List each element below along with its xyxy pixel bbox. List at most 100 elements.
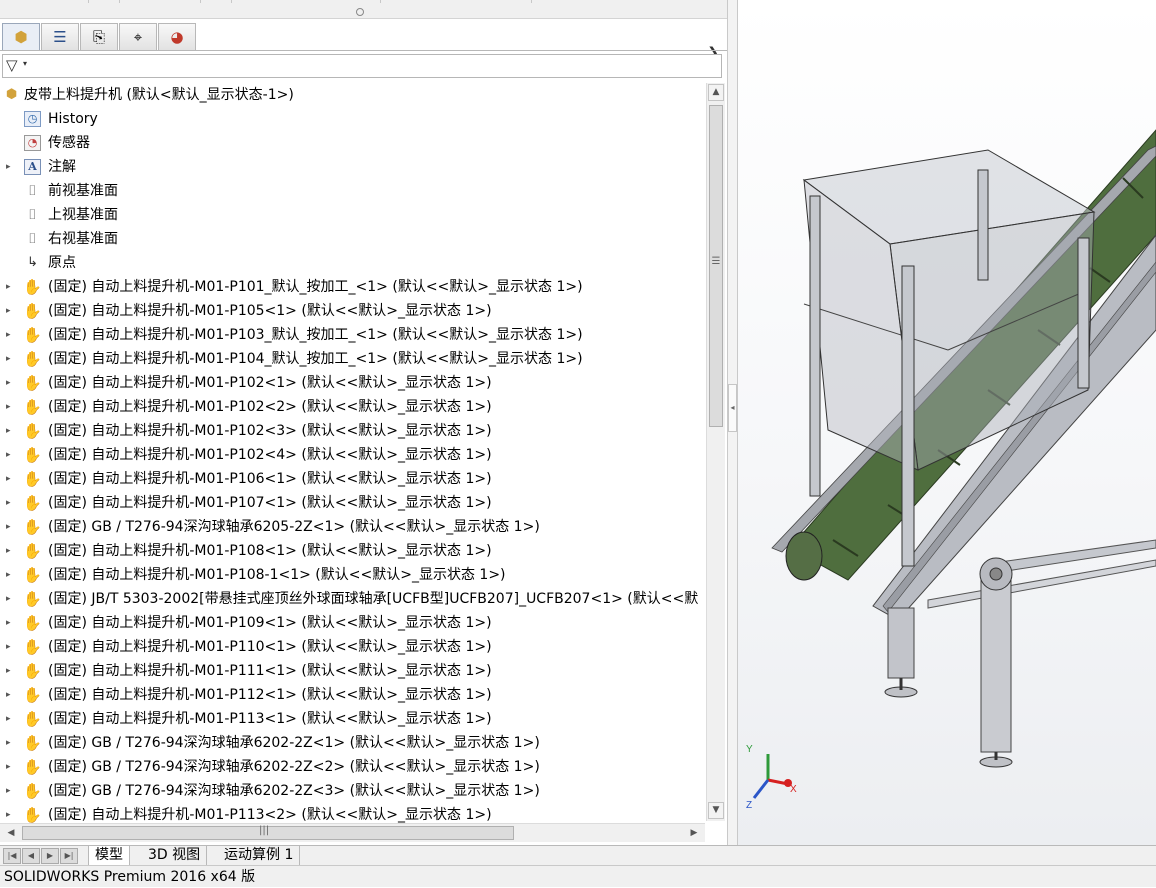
propertymanager-tab[interactable]: ☰ [41,23,79,50]
expand-arrow-icon[interactable]: ▸ [6,515,11,539]
panel-divider[interactable]: ◂ [727,0,738,845]
propertymanager-tab-icon: ☰ [53,28,67,46]
expand-arrow-icon[interactable]: ▸ [6,491,11,515]
tree-item[interactable]: ▸ ✋ (固定) 自动上料提升机-M01-P102<4> (默认<<默认>_显示状态… [0,443,705,467]
panel-top-strip [0,0,727,19]
tree-vertical-scrollbar[interactable]: ▲ ☰ ▼ [706,83,725,821]
graphics-area[interactable]: Y X Z [738,0,1156,845]
expand-arrow-icon[interactable]: ▸ [6,707,11,731]
expand-arrow-icon[interactable]: ▸ [6,779,11,803]
expand-arrow-icon[interactable]: ▸ [6,275,11,299]
tree-item[interactable]: ▸ ✋ (固定) 自动上料提升机-M01-P110<1> (默认<<默认>_显示状态… [0,635,705,659]
tree-item-label: (固定) GB / T276-94深沟球轴承6202-2Z<3> (默认<<默认… [48,783,540,799]
tree-item[interactable]: ◷ History [0,107,705,131]
scroll-right-button[interactable]: ▶ [686,825,702,841]
scroll-up-button[interactable]: ▲ [708,84,724,101]
expand-arrow-icon[interactable]: ▸ [6,347,11,371]
tree-item[interactable]: ▸ ✋ (固定) GB / T276-94深沟球轴承6205-2Z<1> (默认<<… [0,515,705,539]
tree-item[interactable]: ▸ ✋ (固定) 自动上料提升机-M01-P113<1> (默认<<默认>_显示状态… [0,707,705,731]
filter-dropdown-arrow-icon[interactable]: ▾ [23,59,27,68]
tree-item[interactable]: ▸ ✋ (固定) 自动上料提升机-M01-P102<3> (默认<<默认>_显示状态… [0,419,705,443]
expand-arrow-icon[interactable]: ▸ [6,395,11,419]
tree-item[interactable]: ▸ ✋ (固定) 自动上料提升机-M01-P105<1> (默认<<默认>_显示状态… [0,299,705,323]
featuremanager-tab[interactable]: ⬢ [2,23,40,50]
expand-arrow-icon[interactable]: ▸ [6,611,11,635]
feature-manager-panel: ⬢ ☰ ⎘ ⌖ ◕ ❯ ▽ ▾ ⬢ 皮带上料提升机 (默认<默认_显示状态-1>… [0,0,727,845]
tree-item[interactable]: ▸ ✋ (固定) GB / T276-94深沟球轴承6202-2Z<1> (默认<<… [0,731,705,755]
expand-arrow-icon[interactable]: ▸ [6,323,11,347]
tree-filter-box[interactable]: ▽ ▾ [2,54,722,78]
tree-item[interactable]: ▸ ✋ (固定) GB / T276-94深沟球轴承6202-2Z<3> (默认<<… [0,779,705,803]
tree-item[interactable]: ⌷ 右视基准面 [0,227,705,251]
tree-item[interactable]: ▸ ✋ (固定) 自动上料提升机-M01-P109<1> (默认<<默认>_显示状态… [0,611,705,635]
tab-3d-view[interactable]: 3D 视图 [142,846,208,866]
scroll-left-button[interactable]: ◀ [3,825,19,841]
expand-arrow-icon[interactable]: ▸ [6,563,11,587]
expand-arrow-icon[interactable]: ▸ [6,683,11,707]
expand-arrow-icon[interactable]: ▸ [6,539,11,563]
scroll-thumb[interactable]: ☰ [709,105,723,427]
model-viewport-svg[interactable]: Y X Z [738,0,1156,845]
tree-horizontal-scrollbar[interactable]: ◀ ||| ▶ [0,823,705,842]
tree-item[interactable]: ▸ ✋ (固定) 自动上料提升机-M01-P108-1<1> (默认<<默认>_显示… [0,563,705,587]
expand-arrow-icon[interactable]: ▸ [6,803,11,824]
base-frame-rail [927,559,1156,609]
expand-arrow-icon[interactable]: ▸ [6,155,11,179]
filter-icon[interactable]: ▽ [6,56,18,74]
tree-item-label: (固定) 自动上料提升机-M01-P109<1> (默认<<默认>_显示状态 1… [48,615,492,631]
tree-item[interactable]: ⌷ 上视基准面 [0,203,705,227]
tree-item-label: (固定) 自动上料提升机-M01-P106<1> (默认<<默认>_显示状态 1… [48,471,492,487]
expand-arrow-icon[interactable]: ▸ [6,659,11,683]
tree-item[interactable]: ▸ ✋ (固定) JB/T 5303-2002[带悬挂式座顶丝外球面球轴承[UCFB… [0,587,705,611]
sensor-icon: ◔ [24,135,41,151]
tree-item[interactable]: ▸ ✋ (固定) 自动上料提升机-M01-P102<1> (默认<<默认>_显示状态… [0,371,705,395]
tree-root[interactable]: ⬢ 皮带上料提升机 (默认<默认_显示状态-1>) [0,83,705,107]
expand-arrow-icon[interactable]: ▸ [6,467,11,491]
first-tab-button[interactable]: |◀ [3,848,21,864]
tree-item-label: 上视基准面 [48,207,118,223]
expand-arrow-icon[interactable]: ▸ [6,755,11,779]
configurationmanager-tab[interactable]: ⎘ [80,23,118,50]
hidden-tab-edge [380,0,532,3]
expand-arrow-icon[interactable]: ▸ [6,635,11,659]
part-icon: ✋ [23,350,42,368]
tab-motion-study[interactable]: 运动算例 1 [218,846,301,866]
tree-item[interactable]: ▸ ✋ (固定) 自动上料提升机-M01-P106<1> (默认<<默认>_显示状态… [0,467,705,491]
tree-item-label: 原点 [48,255,76,271]
prev-tab-button[interactable]: ◀ [22,848,40,864]
tree-item[interactable]: ▸ ✋ (固定) 自动上料提升机-M01-P102<2> (默认<<默认>_显示状态… [0,395,705,419]
collapse-panel-button[interactable]: ◂ [728,384,737,432]
tree-item[interactable]: ▸ ✋ (固定) 自动上料提升机-M01-P101_默认_按加工_<1> (默认<<… [0,275,705,299]
tree-item[interactable]: ▸ ✋ (固定) 自动上料提升机-M01-P111<1> (默认<<默认>_显示状态… [0,659,705,683]
tab-model[interactable]: 模型 [88,846,130,866]
expand-arrow-icon[interactable]: ▸ [6,419,11,443]
tree-item[interactable]: ▸ ✋ (固定) 自动上料提升机-M01-P103_默认_按加工_<1> (默认<<… [0,323,705,347]
tree-item[interactable]: ▸ ✋ (固定) 自动上料提升机-M01-P108<1> (默认<<默认>_显示状态… [0,539,705,563]
tree-item[interactable]: ↳ 原点 [0,251,705,275]
tree-item-label: (固定) GB / T276-94深沟球轴承6205-2Z<1> (默认<<默认… [48,519,540,535]
tree-item[interactable]: ▸ ✋ (固定) 自动上料提升机-M01-P107<1> (默认<<默认>_显示状态… [0,491,705,515]
part-icon: ✋ [23,398,42,416]
expand-arrow-icon[interactable]: ▸ [6,371,11,395]
expand-arrow-icon[interactable]: ▸ [6,587,11,611]
expand-arrow-icon[interactable]: ▸ [6,443,11,467]
tree-item[interactable]: ⌷ 前视基准面 [0,179,705,203]
tree-item[interactable]: ◔ 传感器 [0,131,705,155]
last-tab-button[interactable]: ▶| [60,848,78,864]
part-icon: ✋ [23,662,42,680]
tree-item[interactable]: ▸ ✋ (固定) GB / T276-94深沟球轴承6202-2Z<2> (默认<<… [0,755,705,779]
tree-item-label: (固定) 自动上料提升机-M01-P108-1<1> (默认<<默认>_显示状态… [48,567,506,583]
tree-item[interactable]: ▸ ✋ (固定) 自动上料提升机-M01-P112<1> (默认<<默认>_显示状态… [0,683,705,707]
scroll-down-button[interactable]: ▼ [708,802,724,819]
dimxpert-tab[interactable]: ⌖ [119,23,157,50]
hscroll-thumb[interactable]: ||| [22,825,514,840]
tree-item[interactable]: ▸ ✋ (固定) 自动上料提升机-M01-P113<2> (默认<<默认>_显示状态… [0,803,705,824]
next-tab-button[interactable]: ▶ [41,848,59,864]
panel-splitter-grip[interactable] [356,8,364,16]
displaymanager-tab[interactable]: ◕ [158,23,196,50]
tree-item[interactable]: ▸ ✋ (固定) 自动上料提升机-M01-P104_默认_按加工_<1> (默认<<… [0,347,705,371]
triad-y-label: Y [746,744,753,755]
expand-arrow-icon[interactable]: ▸ [6,299,11,323]
expand-arrow-icon[interactable]: ▸ [6,731,11,755]
tree-item[interactable]: ▸ A 注解 [0,155,705,179]
